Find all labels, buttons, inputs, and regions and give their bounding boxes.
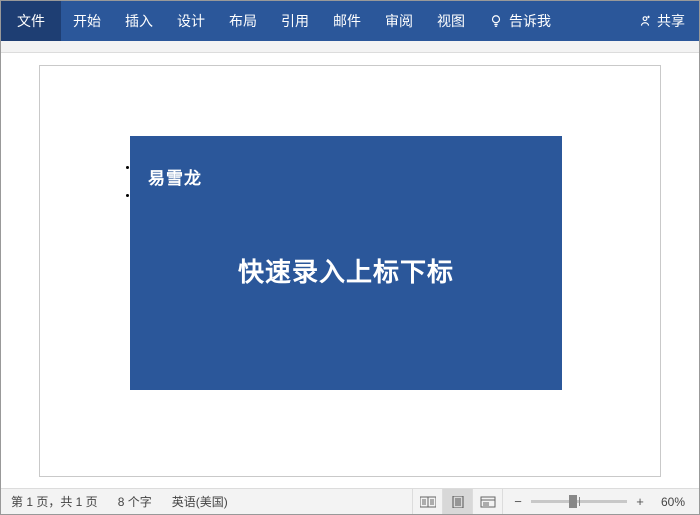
cover-box: 易雪龙 快速录入上标下标 <box>130 136 562 390</box>
zoom-in-button[interactable]: + <box>633 495 647 509</box>
status-word-count[interactable]: 8 个字 <box>108 493 162 510</box>
ribbon: 文件 开始 插入 设计 布局 引用 邮件 审阅 视图 告诉我 共享 <box>1 1 699 41</box>
tab-view[interactable]: 视图 <box>425 1 477 41</box>
view-mode-group <box>412 489 502 514</box>
lightbulb-icon <box>489 14 503 28</box>
zoom-slider-center-tick <box>579 497 580 506</box>
tab-layout[interactable]: 布局 <box>217 1 269 41</box>
cover-title: 快速录入上标下标 <box>130 252 562 289</box>
cover-author: 易雪龙 <box>148 164 202 189</box>
status-page-info[interactable]: 第 1 页，共 1 页 <box>1 493 108 510</box>
tab-file[interactable]: 文件 <box>1 1 61 41</box>
ruler <box>1 41 699 53</box>
ribbon-spacer <box>563 1 624 41</box>
tab-insert[interactable]: 插入 <box>113 1 165 41</box>
view-web-layout[interactable] <box>472 489 502 514</box>
cursor-mark <box>126 166 129 169</box>
status-language[interactable]: 英语(美国) <box>162 493 238 510</box>
share-button[interactable]: 共享 <box>624 1 699 41</box>
zoom-percent[interactable]: 60% <box>653 495 691 509</box>
cursor-mark <box>126 194 129 197</box>
zoom-out-button[interactable]: − <box>511 495 525 509</box>
zoom-control: − + 60% <box>502 489 699 514</box>
view-print-layout[interactable] <box>442 489 472 514</box>
tell-me-label: 告诉我 <box>509 11 551 31</box>
page[interactable]: 易雪龙 快速录入上标下标 <box>39 65 661 477</box>
app-window: 文件 开始 插入 设计 布局 引用 邮件 审阅 视图 告诉我 共享 <box>0 0 700 515</box>
tab-home[interactable]: 开始 <box>61 1 113 41</box>
tab-mailings[interactable]: 邮件 <box>321 1 373 41</box>
status-bar: 第 1 页，共 1 页 8 个字 英语(美国) − + 60% <box>1 488 699 514</box>
tell-me[interactable]: 告诉我 <box>477 1 563 41</box>
document-area[interactable]: 易雪龙 快速录入上标下标 <box>1 53 699 488</box>
tab-design[interactable]: 设计 <box>165 1 217 41</box>
tab-review[interactable]: 审阅 <box>373 1 425 41</box>
share-label: 共享 <box>657 11 685 31</box>
view-read-mode[interactable] <box>412 489 442 514</box>
tab-references[interactable]: 引用 <box>269 1 321 41</box>
zoom-slider[interactable] <box>531 500 627 503</box>
share-icon <box>638 14 652 28</box>
zoom-slider-thumb[interactable] <box>569 495 577 508</box>
